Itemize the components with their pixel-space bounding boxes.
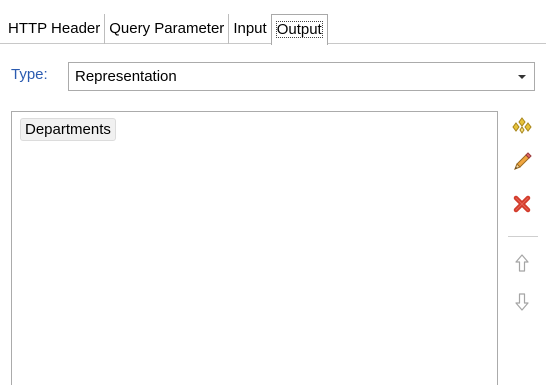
output-panel: HTTP Header Query Parameter Input Output… bbox=[0, 0, 546, 385]
tab-list: HTTP Header Query Parameter Input Output bbox=[4, 12, 328, 45]
arrow-up-icon bbox=[514, 253, 530, 273]
list-item[interactable]: Departments bbox=[20, 118, 116, 141]
toolbar-divider bbox=[508, 236, 538, 237]
chevron-down-icon bbox=[510, 63, 534, 90]
move-up-button[interactable] bbox=[510, 251, 534, 275]
type-value: Representation bbox=[75, 68, 177, 85]
delete-button[interactable] bbox=[510, 192, 534, 216]
pencil-icon bbox=[511, 151, 533, 173]
tab-input[interactable]: Input bbox=[229, 14, 270, 44]
tab-label: Query Parameter bbox=[109, 20, 225, 37]
tab-query-parameter[interactable]: Query Parameter bbox=[105, 14, 230, 44]
edit-button[interactable] bbox=[510, 150, 534, 174]
add-icon bbox=[511, 116, 533, 136]
move-down-button[interactable] bbox=[510, 290, 534, 314]
representation-list[interactable]: Departments bbox=[11, 111, 498, 385]
type-label: Type: bbox=[11, 66, 48, 83]
tab-label: HTTP Header bbox=[8, 20, 101, 37]
tab-label: Output bbox=[275, 21, 323, 38]
type-dropdown[interactable]: Representation bbox=[68, 62, 535, 91]
delete-icon bbox=[513, 195, 531, 213]
tab-http-header[interactable]: HTTP Header bbox=[4, 14, 106, 44]
tab-label: Input bbox=[233, 20, 267, 37]
add-button[interactable] bbox=[510, 114, 534, 138]
tab-output[interactable]: Output bbox=[270, 14, 328, 45]
arrow-down-icon bbox=[514, 292, 530, 312]
tab-bar: HTTP Header Query Parameter Input Output bbox=[0, 0, 546, 45]
